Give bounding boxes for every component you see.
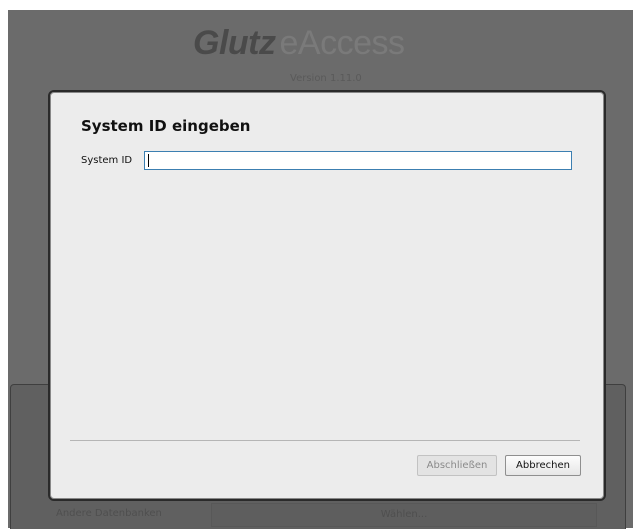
system-id-label: System ID bbox=[81, 155, 133, 166]
text-caret bbox=[148, 154, 149, 167]
system-id-input[interactable] bbox=[144, 151, 572, 170]
other-databases-label: Andere Datenbanken bbox=[56, 508, 162, 519]
logo-brand: Glutz bbox=[193, 24, 276, 62]
version-label: Version 1.11.0 bbox=[290, 73, 362, 84]
finish-button[interactable]: Abschließen bbox=[417, 455, 497, 476]
app-logo: Glutz eAccess bbox=[193, 24, 405, 63]
logo-product: eAccess bbox=[279, 24, 405, 62]
choose-database-button: Wählen... bbox=[211, 503, 597, 527]
system-id-dialog: System ID eingeben System ID Abschließen… bbox=[48, 90, 606, 501]
dialog-title: System ID eingeben bbox=[81, 117, 251, 135]
dialog-divider bbox=[70, 440, 580, 441]
cancel-button[interactable]: Abbrechen bbox=[505, 455, 581, 476]
